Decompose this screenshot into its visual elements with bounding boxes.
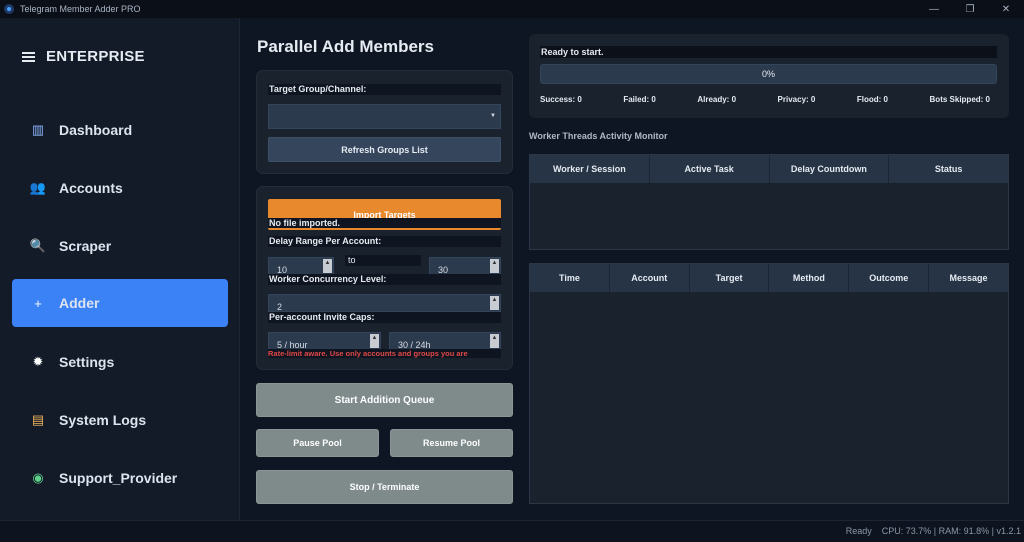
stop-terminate-button[interactable]: Stop / Terminate <box>256 470 513 504</box>
sidebar-item-accounts[interactable]: 👥 Accounts <box>12 164 228 212</box>
worker-monitor-table[interactable]: Worker / Session Active Task Delay Countdo… <box>529 154 1009 250</box>
column-header[interactable]: Account <box>610 264 690 292</box>
status-bar-text: Ready CPU: 73.7% | RAM: 91.8% | v1.2.1 <box>845 526 1021 536</box>
sidebar: ENTERPRISE ▥ Dashboard 👥 Accounts 🔍 Scraper + A… <box>0 18 240 520</box>
column-header[interactable]: Active Task <box>650 155 770 183</box>
sidebar-item-settings[interactable]: ✹ Settings <box>12 338 228 386</box>
sidebar-item-label: Support_Provider <box>59 470 178 486</box>
spin-up-icon[interactable]: ▲ <box>370 334 379 348</box>
stat-item: Flood: 0 <box>856 95 888 104</box>
sidebar-item-label: Dashboard <box>59 122 133 138</box>
pause-pool-button[interactable]: Pause Pool <box>256 429 379 457</box>
sidebar-item-label: Accounts <box>59 180 123 196</box>
column-header[interactable]: Status <box>889 155 1008 183</box>
gear-icon: ✹ <box>32 354 44 369</box>
cap-hour-spinbox[interactable]: 5 / hour ▲ <box>268 332 381 350</box>
delay-range-label: Delay Range Per Account: <box>268 236 501 247</box>
brand-label: ENTERPRISE <box>46 48 145 65</box>
chevron-down-icon: ▼ <box>490 113 496 119</box>
plus-icon: + <box>34 295 42 311</box>
column-header[interactable]: Outcome <box>849 264 930 292</box>
sidebar-item-dashboard[interactable]: ▥ Dashboard <box>12 106 228 154</box>
activity-log-table[interactable]: Time Account Target Method Outcome Message <box>529 263 1009 504</box>
minimize-button[interactable]: — <box>916 0 952 18</box>
cap-day-spinbox[interactable]: 30 / 24h ▲ <box>389 332 501 350</box>
stat-item: Privacy: 0 <box>777 95 816 104</box>
users-icon: 👥 <box>29 180 47 195</box>
search-icon: 🔍 <box>29 238 47 253</box>
spin-up-icon[interactable]: ▲ <box>490 334 499 348</box>
hamburger-menu-icon[interactable] <box>22 51 35 62</box>
sidebar-item-scraper[interactable]: 🔍 Scraper <box>12 222 228 270</box>
status-panel: Ready to start. 0% Success: 0 Failed: 0 Al… <box>529 34 1009 118</box>
spin-up-icon[interactable]: ▲ <box>490 259 499 273</box>
column-header[interactable]: Message <box>929 264 1008 292</box>
column-header[interactable]: Worker / Session <box>530 155 650 183</box>
support-icon: ◉ <box>32 470 44 485</box>
sidebar-item-label: System Logs <box>59 412 147 428</box>
sidebar-item-support-provider[interactable]: ◉ Support_Provider <box>12 454 228 502</box>
rate-limit-warning: Rate-limit aware. Use only accounts and … <box>268 349 501 358</box>
import-panel: Import Targets No file imported. Delay R… <box>256 186 513 370</box>
column-header[interactable]: Delay Countdown <box>770 155 890 183</box>
progress-text: 0% <box>761 69 775 79</box>
delay-to-label: to <box>345 255 421 266</box>
status-bar: Ready CPU: 73.7% | RAM: 91.8% | v1.2.1 <box>0 520 1024 542</box>
start-queue-button[interactable]: Start Addition Queue <box>256 383 513 417</box>
sidebar-item-label: Adder <box>59 295 100 311</box>
spin-up-icon[interactable]: ▲ <box>490 296 499 310</box>
monitor-title: Worker Threads Activity Monitor <box>529 131 668 141</box>
close-button[interactable]: ✕ <box>988 0 1024 18</box>
column-header[interactable]: Time <box>530 264 610 292</box>
concurrency-value: 2 <box>277 302 283 312</box>
concurrency-label: Worker Concurrency Level: <box>268 274 501 285</box>
target-group-label: Target Group/Channel: <box>268 84 501 95</box>
progress-bar: 0% <box>540 64 997 84</box>
column-header[interactable]: Method <box>769 264 850 292</box>
status-message: Ready to start. <box>540 46 997 58</box>
page-title: Parallel Add Members <box>257 37 434 56</box>
window-title: Telegram Member Adder PRO <box>20 4 141 14</box>
column-header[interactable]: Target <box>690 264 770 292</box>
table-header: Time Account Target Method Outcome Message <box>530 264 1008 292</box>
log-icon: ▤ <box>31 412 45 427</box>
brand: ENTERPRISE <box>22 48 145 65</box>
target-group-select[interactable]: ▼ <box>268 104 501 129</box>
stat-item: Bots Skipped: 0 <box>929 95 990 104</box>
title-bar: Telegram Member Adder PRO — ❐ ✕ <box>0 0 1024 18</box>
sidebar-item-label: Settings <box>59 354 115 370</box>
sidebar-item-adder[interactable]: + Adder <box>12 279 228 327</box>
import-status-text: No file imported. <box>268 218 501 228</box>
sidebar-item-label: Scraper <box>59 238 112 254</box>
maximize-button[interactable]: ❐ <box>952 0 988 18</box>
sidebar-item-system-logs[interactable]: ▤ System Logs <box>12 396 228 444</box>
table-header: Worker / Session Active Task Delay Countdo… <box>530 155 1008 183</box>
stat-item: Already: 0 <box>697 95 737 104</box>
target-panel: Target Group/Channel: ▼ Refresh Groups L… <box>256 70 513 174</box>
app-logo-icon <box>4 4 14 14</box>
dashboard-icon: ▥ <box>31 122 45 137</box>
invite-caps-label: Per-account Invite Caps: <box>268 312 501 323</box>
stat-item: Success: 0 <box>540 95 582 104</box>
concurrency-spinbox[interactable]: 2 ▲ <box>268 294 501 312</box>
stats-row: Success: 0 Failed: 0 Already: 0 Privacy: 0 F… <box>540 95 990 104</box>
resume-pool-button[interactable]: Resume Pool <box>390 429 513 457</box>
refresh-groups-button[interactable]: Refresh Groups List <box>268 137 501 162</box>
delay-min-spinbox[interactable]: 10 ▲ <box>268 257 334 275</box>
stat-item: Failed: 0 <box>623 95 656 104</box>
spin-up-icon[interactable]: ▲ <box>323 259 332 273</box>
delay-max-spinbox[interactable]: 30 ▲ <box>429 257 501 275</box>
